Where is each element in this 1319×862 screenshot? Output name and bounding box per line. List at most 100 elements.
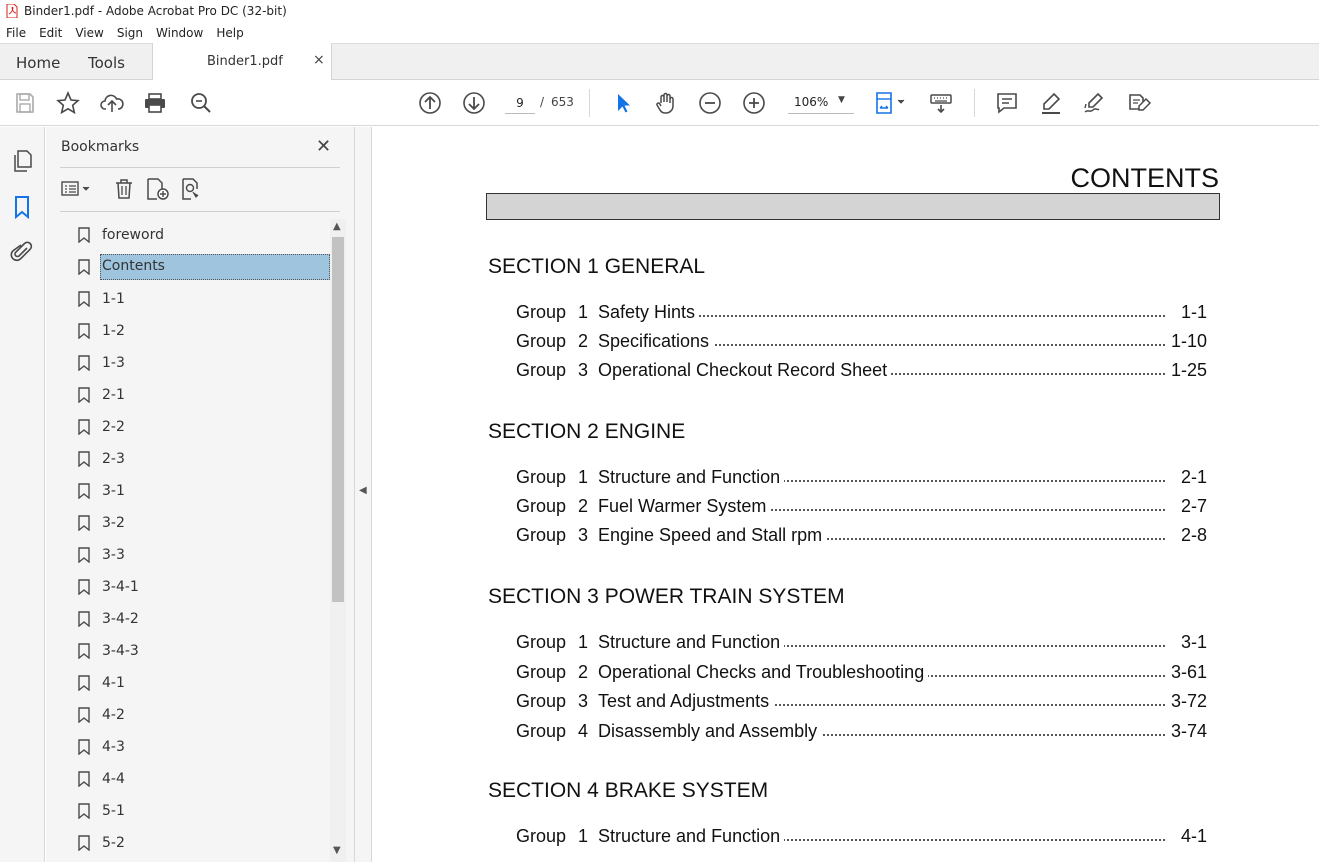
menu-window[interactable]: Window [156,26,203,40]
toc-entry-title: Operational Checks and Troubleshooting [598,661,929,683]
select-cursor-icon[interactable] [611,91,635,115]
page-number-input[interactable] [505,92,535,114]
toc-entry[interactable]: Group 1 Structure and Function 4-1 [516,826,1207,848]
bookmark-item[interactable]: 4-3 [60,731,330,763]
bookmark-item[interactable]: 4-2 [60,699,330,731]
toc-page-number: 3-74 [1164,720,1207,742]
save-icon[interactable] [13,91,37,115]
bookmarks-scrollbar[interactable]: ▲ ▼ [330,219,346,862]
menu-help[interactable]: Help [216,26,243,40]
bookmark-label: 2-2 [102,419,125,435]
menu-sign[interactable]: Sign [117,26,143,40]
hand-icon[interactable] [654,91,678,115]
toc-entry[interactable]: Group 2 Fuel Warmer System 2-7 [516,496,1207,518]
bookmark-label: 3-4-1 [102,579,139,595]
bookmark-item[interactable]: 1-2 [60,315,330,347]
print-icon[interactable] [143,91,167,115]
toc-entry[interactable]: Group 2 Specifications 1-10 [516,331,1207,353]
toc-group-number: 2 [578,496,589,516]
bookmark-icon [78,291,90,308]
tab-home[interactable]: Home [16,54,60,72]
draw-icon[interactable] [1082,91,1106,115]
bookmark-item[interactable]: foreword [60,219,330,251]
upload-icon[interactable] [100,91,124,115]
bookmark-options-icon[interactable] [60,177,90,201]
bookmark-item[interactable]: 2-3 [60,443,330,475]
bookmark-item[interactable]: 3-1 [60,475,330,507]
toc-entry[interactable]: Group 2 Operational Checks and Troubleshoo… [516,661,1207,684]
bookmark-icon [78,739,90,756]
scrollbar-thumb[interactable] [332,237,344,602]
bookmark-item[interactable]: 1-1 [60,283,330,315]
bookmark-item[interactable]: 5-1 [60,795,330,827]
toc-entry[interactable]: Group 1 Safety Hints 1-1 [516,302,1207,324]
toc-entry[interactable]: Group 3 Operational Checkout Record Sheet 1… [516,360,1207,382]
page-up-icon[interactable] [418,91,442,115]
zoom-level-dropdown[interactable]: 106% ▼ [788,92,854,114]
bookmark-item[interactable]: 2-2 [60,411,330,443]
bookmark-item[interactable]: 3-4-3 [60,635,330,667]
zoom-value: 106% [794,95,829,109]
bookmark-item[interactable]: 3-4-1 [60,571,330,603]
toc-page-number: 2-7 [1174,496,1207,517]
toc-entry[interactable]: Group 3 Engine Speed and Stall rpm 2-8 [516,525,1207,547]
bookmark-label: 3-3 [102,547,125,563]
bookmark-icon [78,707,90,724]
menu-file[interactable]: File [6,26,26,40]
toc-page-number: 3-72 [1164,691,1207,712]
attachment-icon[interactable] [10,240,34,264]
bookmark-item[interactable]: 5-2 [60,827,330,859]
scroll-up-icon[interactable]: ▲ [333,221,341,232]
page-down-icon[interactable] [462,91,486,115]
bookmark-item[interactable]: 2-1 [60,379,330,411]
section-title: SECTION 2 ENGINE [488,420,686,443]
close-icon[interactable]: ✕ [316,136,331,157]
toc-entry[interactable]: Group 1 Structure and Function 2-1 [516,467,1207,489]
toc-page-number: 4-1 [1174,826,1207,847]
page-total: 653 [551,95,574,109]
tab-document[interactable]: Binder1.pdf × [152,43,332,80]
search-zoom-icon[interactable] [189,91,213,115]
panel-collapse-handle[interactable]: ◀ [354,127,372,862]
edit-stamp-icon[interactable] [1126,91,1152,115]
toc-page-number: 3-1 [1174,632,1207,653]
toc-entry-title: Test and Adjustments [598,691,774,712]
bookmark-item[interactable]: Contents [60,251,330,283]
tab-close-icon[interactable]: × [313,52,325,68]
bookmark-icon [78,387,90,404]
fit-page-icon[interactable] [874,91,905,115]
toc-entry[interactable]: Group 4 Disassembly and Assembly 3-74 [516,720,1207,743]
toc-group-word: Group [516,632,567,652]
bookmark-label: 5-1 [102,803,125,819]
toc-entry[interactable]: Group 3 Test and Adjustments 3-72 [516,691,1207,713]
bookmark-item[interactable]: 4-4 [60,763,330,795]
section-title: SECTION 4 BRAKE SYSTEM [488,779,769,802]
page-title: CONTENTS [1070,163,1220,193]
bookmark-panel-icon[interactable] [10,195,34,219]
menu-view[interactable]: View [75,26,103,40]
document-view[interactable]: CONTENTS SECTION 1 GENERAL Group 1 Safety H… [373,127,1319,862]
chevron-left-icon[interactable]: ◀ [359,485,367,496]
zoom-in-icon[interactable] [742,91,766,115]
bookmark-item[interactable]: 4-1 [60,667,330,699]
star-icon[interactable] [56,91,80,115]
bookmark-label: 3-2 [102,515,125,531]
bookmark-item[interactable]: 3-3 [60,539,330,571]
bookmarks-list: foreword Contents 1-1 1-2 1-3 2-1 2-2 2-3 3-1 3-2… [60,219,330,862]
find-bookmark-icon[interactable] [180,177,204,201]
tab-tools[interactable]: Tools [88,54,125,72]
delete-bookmark-icon[interactable] [112,177,136,201]
highlight-pen-icon[interactable] [1039,91,1063,115]
title-bar: Binder1.pdf - Adobe Acrobat Pro DC (32-b… [0,0,1319,22]
bookmark-item[interactable]: 3-4-2 [60,603,330,635]
bookmark-item[interactable]: 1-3 [60,347,330,379]
comment-icon[interactable] [995,91,1019,115]
toc-entry[interactable]: Group 1 Structure and Function 3-1 [516,632,1207,654]
new-bookmark-icon[interactable] [145,177,169,201]
pages-thumbnail-icon[interactable] [10,149,34,173]
menu-edit[interactable]: Edit [39,26,62,40]
scroll-down-icon[interactable]: ▼ [333,845,341,856]
zoom-out-icon[interactable] [698,91,722,115]
bookmark-item[interactable]: 3-2 [60,507,330,539]
keyboard-icon[interactable] [929,91,953,115]
